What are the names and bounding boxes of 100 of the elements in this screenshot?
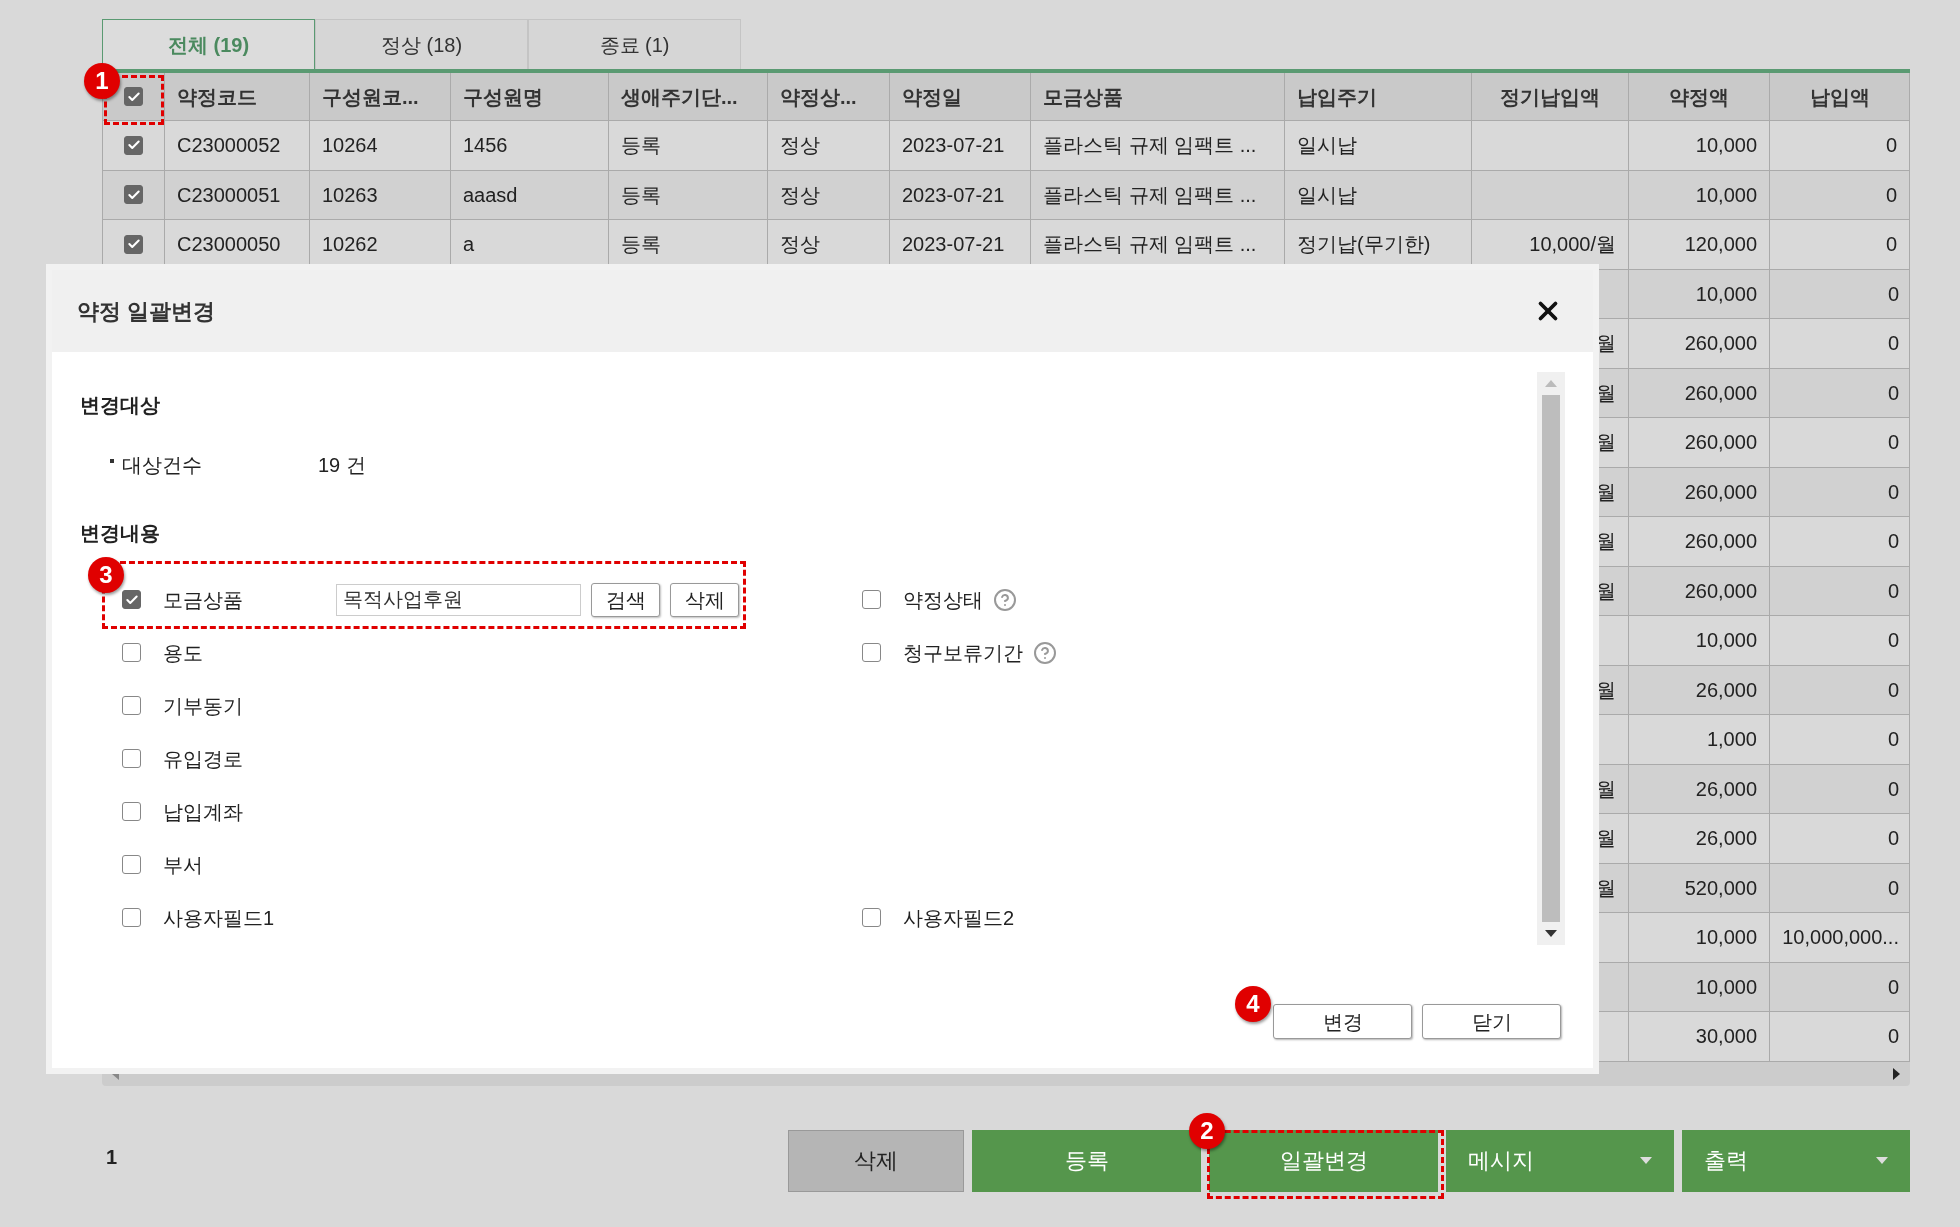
table-cell-text: 등록	[621, 232, 661, 258]
checkbox[interactable]	[124, 185, 143, 205]
dialog-button[interactable]: 변경	[1273, 1004, 1412, 1039]
column-header: 정기납입액	[1500, 84, 1600, 110]
table-cell-text: 0	[1885, 232, 1897, 258]
checkbox[interactable]	[122, 696, 141, 715]
step-marker: 1	[84, 63, 120, 99]
step-marker: 2	[1189, 1113, 1225, 1149]
table-cell-text: 10,000	[1695, 628, 1757, 654]
checkbox[interactable]	[124, 135, 143, 155]
table-cell-text: 10,000/월	[1529, 232, 1616, 258]
table-cell-text: 월	[1596, 430, 1616, 456]
small-button[interactable]: 검색	[591, 582, 660, 617]
action-button[interactable]: 출력	[1682, 1129, 1910, 1192]
small-button[interactable]: 삭제	[670, 582, 739, 617]
table-cell-text: 0	[1887, 380, 1899, 406]
table-cell-text: 0	[1887, 875, 1899, 901]
table-cell-text: 플라스틱 규제 임팩트 ...	[1043, 232, 1257, 258]
checkbox[interactable]	[862, 908, 881, 927]
action-button[interactable]: 삭제	[788, 1129, 964, 1192]
table-cell-text: 10,000	[1695, 974, 1757, 1000]
table-cell-text: 10262	[322, 232, 378, 258]
field-value: 19 건	[318, 453, 366, 478]
caret-icon	[1640, 1157, 1652, 1164]
table-cell-text: 2023-07-21	[902, 182, 1005, 208]
table-cell-text: 0	[1887, 826, 1899, 852]
table-cell-text: 0	[1887, 776, 1899, 802]
option-label: 납입계좌	[163, 799, 244, 825]
table-cell-text: 0	[1885, 133, 1897, 159]
check-icon	[126, 89, 141, 104]
table-cell-text: C23000052	[177, 133, 281, 159]
table-cell-text: 정기납(무기한)	[1297, 232, 1431, 258]
help-icon[interactable]	[993, 587, 1017, 612]
column-header: 납입주기	[1297, 84, 1377, 110]
table-cell-text: 플라스틱 규제 임팩트 ...	[1043, 133, 1257, 159]
help-icon[interactable]	[1033, 640, 1057, 665]
table-cell-text: 10,000	[1695, 182, 1757, 208]
checkbox[interactable]	[122, 643, 141, 662]
table-cell-text: 260,000	[1684, 380, 1757, 406]
table-cell-text: 월	[1596, 826, 1616, 852]
table-cell-text: 260,000	[1684, 529, 1757, 555]
tab[interactable]: 정상 (18)	[315, 19, 528, 69]
checkbox[interactable]	[122, 908, 141, 927]
column-header: 약정상...	[780, 84, 857, 110]
checkbox[interactable]	[862, 590, 881, 609]
table-cell-text: 30,000	[1695, 1024, 1757, 1050]
checkbox[interactable]	[124, 87, 143, 106]
option-label: 사용자필드2	[903, 905, 1015, 931]
option-label: 사용자필드1	[163, 905, 276, 931]
table-cell-text: 일시납	[1297, 133, 1357, 159]
table-cell-text: 플라스틱 규제 임팩트 ...	[1043, 182, 1257, 208]
checkbox[interactable]	[124, 234, 143, 254]
checkbox[interactable]	[122, 749, 141, 768]
column-header: 납입액	[1809, 84, 1870, 110]
table-cell-text: 26,000	[1695, 776, 1757, 802]
table-cell-text: 월	[1596, 529, 1616, 555]
table-cell-text: C23000050	[177, 232, 281, 258]
option-label: 용도	[163, 640, 204, 666]
table-cell-text: 1,000	[1706, 727, 1757, 753]
table-cell-text: 월	[1596, 776, 1616, 802]
option-label: 청구보류기간	[903, 640, 1023, 666]
dialog-title: 약정 일괄변경	[77, 297, 216, 326]
table-cell-text: 520,000	[1684, 875, 1757, 901]
option-label: 유입경로	[163, 746, 244, 772]
table-cell-text: 0	[1887, 974, 1899, 1000]
checkbox[interactable]	[122, 855, 141, 874]
table-cell-text: 2023-07-21	[902, 133, 1005, 159]
checkbox[interactable]	[122, 590, 141, 609]
action-button[interactable]: 등록	[972, 1129, 1201, 1192]
table-cell-text: 10,000,000...	[1782, 925, 1899, 951]
table-cell-text: 0	[1885, 182, 1897, 208]
vertical-scrollbar[interactable]	[1537, 372, 1565, 945]
table-cell-text: 월	[1596, 578, 1616, 604]
option-label: 기부동기	[163, 693, 244, 719]
table-cell-text: 26,000	[1695, 677, 1757, 703]
option-label: 부서	[163, 852, 204, 878]
check-icon	[124, 592, 139, 607]
checkbox[interactable]	[122, 802, 141, 821]
action-button[interactable]: 메시지	[1446, 1129, 1674, 1192]
table-cell-text: 10,000	[1695, 281, 1757, 307]
table-cell-text: 월	[1596, 875, 1616, 901]
column-header: 약정코드	[177, 84, 257, 110]
bullet-icon	[110, 459, 114, 463]
table-cell-text: 260,000	[1684, 578, 1757, 604]
table-cell-text: 0	[1887, 677, 1899, 703]
tab[interactable]: 종료 (1)	[528, 19, 741, 69]
table-cell-text: 0	[1887, 281, 1899, 307]
option-label: 약정상태	[903, 587, 983, 613]
table-cell-text: 10,000	[1695, 925, 1757, 951]
section-heading: 변경내용	[80, 521, 160, 546]
product-field[interactable]: 목적사업후원	[336, 583, 581, 616]
field-label: 대상건수	[122, 453, 203, 478]
dialog-button[interactable]: 닫기	[1422, 1004, 1561, 1039]
table-cell-text: 등록	[621, 182, 661, 208]
table-cell-text: 정상	[780, 182, 820, 208]
column-header: 구성원명	[463, 84, 543, 110]
table-cell-text: 일시납	[1297, 182, 1357, 208]
caret-icon	[1876, 1157, 1888, 1164]
table-cell-text: 0	[1887, 430, 1899, 456]
checkbox[interactable]	[862, 643, 881, 662]
